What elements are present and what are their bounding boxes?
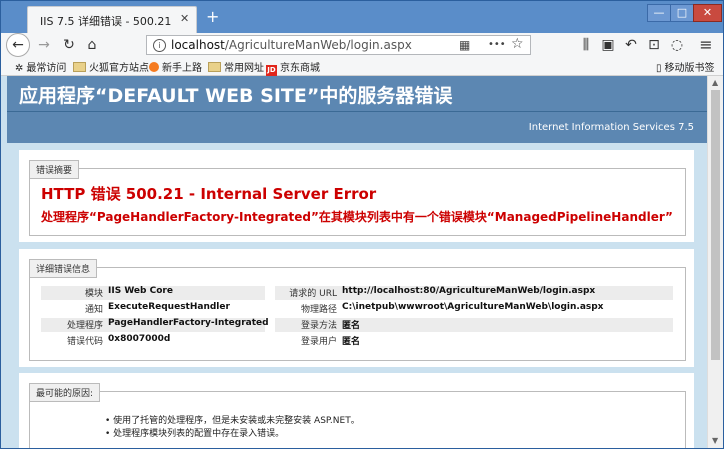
detail-value: PageHandlerFactory-Integrated: [108, 318, 269, 328]
browser-window: IIS 7.5 详细错误 - 500.21 - Interna ✕ + — □ …: [0, 0, 724, 449]
bookmark-label: 新手上路: [162, 63, 202, 74]
vertical-scrollbar[interactable]: ▲ ▼: [707, 76, 723, 448]
bookmark-most-visited[interactable]: ✲ 最常访问: [15, 59, 66, 74]
bookmark-getting-started[interactable]: 新手上路: [149, 59, 202, 74]
close-window-button[interactable]: ✕: [693, 4, 722, 22]
folder-icon: [73, 62, 86, 72]
scrollbar-thumb[interactable]: [711, 90, 720, 360]
sidebar-icon[interactable]: ▣: [597, 35, 619, 55]
detail-key: 处理程序: [66, 321, 103, 331]
reload-button[interactable]: ↻: [58, 35, 80, 55]
detail-row: 登录方法 匿名: [275, 318, 673, 332]
detail-value: 匿名: [342, 321, 361, 331]
info-icon[interactable]: i: [153, 39, 166, 52]
tab-close-icon[interactable]: ✕: [180, 12, 189, 25]
detail-value: 匿名: [342, 337, 361, 347]
detail-row: 处理程序 PageHandlerFactory-Integrated: [41, 318, 269, 332]
new-tab-button[interactable]: +: [206, 7, 219, 26]
menu-icon[interactable]: ≡: [695, 35, 717, 55]
page-title: 应用程序“DEFAULT WEB SITE”中的服务器错误: [19, 85, 453, 107]
detail-key: 登录用户: [300, 337, 337, 347]
home-button[interactable]: ⌂: [81, 35, 103, 55]
causes-panel: 最可能的原因: • 使用了托管的处理程序，但是未安装或未完整安装 ASP.NET…: [19, 373, 694, 448]
detail-value: C:\inetpub\wwwroot\AgricultureManWeb\log…: [342, 302, 604, 312]
detail-value: http://localhost:80/AgricultureManWeb/lo…: [342, 286, 596, 296]
bookmark-star-icon[interactable]: ☆: [511, 36, 524, 52]
undo-icon[interactable]: ↶: [620, 35, 642, 55]
page-header: 应用程序“DEFAULT WEB SITE”中的服务器错误: [7, 76, 707, 111]
gear-icon: ✲: [15, 63, 24, 74]
minimize-button[interactable]: —: [647, 4, 671, 22]
library-icon[interactable]: ⫼: [575, 35, 597, 55]
detail-key: 请求的 URL: [289, 289, 337, 299]
title-bar: IIS 7.5 详细错误 - 500.21 - Interna ✕ + — □ …: [1, 1, 723, 33]
error-subtitle: 处理程序“PageHandlerFactory-Integrated”在其模块列…: [41, 210, 673, 224]
mobile-bookmarks[interactable]: ▯ 移动版书签: [656, 59, 715, 74]
cause-text: 使用了托管的处理程序，但是未安装或未完整安装 ASP.NET。: [113, 416, 360, 426]
detail-row: 登录用户 匿名: [275, 334, 673, 348]
scroll-up-icon[interactable]: ▲: [712, 78, 718, 87]
detail-row: 请求的 URL http://localhost:80/AgricultureMa…: [275, 286, 673, 300]
detail-panel: 详细错误信息 模块 IIS Web Core 通知 ExecuteRequestHa…: [19, 249, 694, 367]
forward-button[interactable]: →: [33, 35, 55, 55]
scroll-down-icon[interactable]: ▼: [712, 436, 718, 445]
iis-version: Internet Information Services 7.5: [528, 122, 694, 133]
error-summary-panel: 错误摘要 HTTP 错误 500.21 - Internal Server Er…: [19, 150, 694, 242]
detail-key: 模块: [84, 289, 103, 299]
detail-value: ExecuteRequestHandler: [108, 302, 230, 312]
bookmarks-bar: ✲ 最常访问 火狐官方站点 新手上路 常用网址 JD 京东商城 ▯ 移动版书签: [1, 57, 723, 76]
tab-title: IIS 7.5 详细错误 - 500.21 - Interna: [40, 15, 175, 28]
jd-icon: JD: [266, 65, 277, 76]
screenshot-icon[interactable]: ⊡: [643, 35, 665, 55]
detail-key: 登录方法: [300, 321, 337, 331]
detail-value: 0x8007000d: [108, 334, 171, 344]
detail-key: 错误代码: [66, 337, 103, 347]
bookmark-common-sites[interactable]: 常用网址: [208, 59, 264, 74]
bookmark-jd[interactable]: JD 京东商城: [266, 59, 320, 76]
page-actions-icon[interactable]: •••: [488, 39, 506, 50]
detail-row: 通知 ExecuteRequestHandler: [41, 302, 265, 316]
firefox-icon: [149, 62, 159, 72]
detail-legend: 详细错误信息: [29, 259, 98, 278]
cause-text: 处理程序模块列表的配置中存在录入错误。: [113, 429, 285, 439]
error-title: HTTP 错误 500.21 - Internal Server Error: [41, 185, 377, 203]
navigation-bar: ← → ↻ ⌂ i localhost/AgricultureManWeb/lo…: [1, 33, 723, 57]
cause-item: • 处理程序模块列表的配置中存在录入错误。: [105, 429, 285, 439]
page-content: 应用程序“DEFAULT WEB SITE”中的服务器错误 Internet I…: [1, 76, 707, 448]
url-path: /AgricultureManWeb/login.aspx: [224, 38, 412, 52]
detail-value: IIS Web Core: [108, 286, 173, 296]
bookmark-firefox-site[interactable]: 火狐官方站点: [73, 59, 149, 74]
tab-active[interactable]: IIS 7.5 详细错误 - 500.21 - Interna ✕: [27, 6, 197, 33]
maximize-button[interactable]: □: [670, 4, 694, 22]
page-subheader: Internet Information Services 7.5: [7, 111, 707, 143]
bookmark-label: 常用网址: [224, 63, 264, 74]
mobile-bookmarks-label: 移动版书签: [664, 63, 715, 74]
address-bar[interactable]: i localhost/AgricultureManWeb/login.aspx…: [146, 35, 531, 55]
detail-row: 模块 IIS Web Core: [41, 286, 265, 300]
back-button[interactable]: ←: [6, 33, 30, 57]
detail-row: 错误代码 0x8007000d: [41, 334, 265, 348]
causes-legend: 最可能的原因:: [29, 383, 101, 402]
detail-row: 物理路径 C:\inetpub\wwwroot\AgricultureManWeb…: [275, 302, 673, 316]
chat-icon[interactable]: ◌: [666, 35, 688, 55]
qr-code-icon[interactable]: ▦: [459, 38, 470, 52]
mobile-icon: ▯: [656, 63, 662, 74]
cause-item: • 使用了托管的处理程序，但是未安装或未完整安装 ASP.NET。: [105, 416, 360, 426]
bookmark-label: 京东商城: [280, 63, 320, 74]
folder-icon: [208, 62, 221, 72]
url-text: localhost/AgricultureManWeb/login.aspx: [171, 38, 412, 52]
url-host: localhost: [171, 38, 225, 52]
bookmark-label: 火狐官方站点: [89, 63, 149, 74]
bookmark-label: 最常访问: [26, 63, 67, 74]
error-summary-legend: 错误摘要: [29, 160, 80, 179]
detail-key: 通知: [84, 305, 103, 315]
detail-key: 物理路径: [300, 305, 337, 315]
